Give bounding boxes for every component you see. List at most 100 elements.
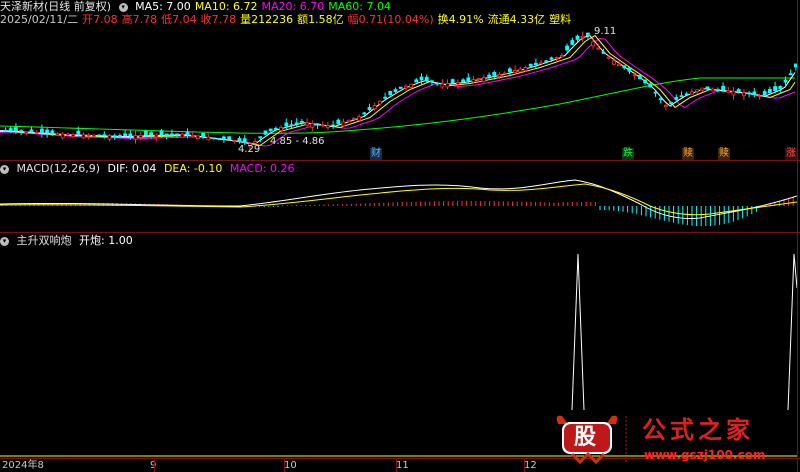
candle-body[interactable] (143, 130, 148, 136)
candle-body[interactable] (778, 86, 783, 89)
candle-body[interactable] (768, 88, 772, 94)
candle-body[interactable] (216, 137, 221, 140)
candle-body[interactable] (34, 131, 39, 134)
marker-redeem-1[interactable]: 赎 (682, 148, 694, 160)
candle-body[interactable] (40, 128, 44, 134)
candle-body[interactable] (575, 35, 580, 40)
candle-body[interactable] (648, 83, 653, 88)
candle-body[interactable] (762, 91, 767, 96)
candle-body[interactable] (450, 79, 455, 84)
candle-body[interactable] (752, 91, 757, 95)
candle-body[interactable] (45, 129, 49, 134)
candle-body[interactable] (513, 69, 517, 73)
candle-body[interactable] (466, 77, 471, 82)
candle-body[interactable] (658, 98, 663, 101)
candle-body[interactable] (351, 118, 356, 120)
candle-body[interactable] (617, 63, 621, 67)
candle-body[interactable] (736, 89, 741, 93)
candle-body[interactable] (206, 136, 211, 141)
candle-body[interactable] (388, 91, 393, 96)
candle-body[interactable] (164, 133, 169, 136)
candle-body[interactable] (586, 32, 590, 37)
candle-body[interactable] (3, 129, 8, 132)
macd-settings-icon[interactable]: ▾ (0, 164, 9, 174)
candle-body[interactable] (471, 79, 476, 83)
candle-body[interactable] (253, 141, 258, 144)
candle-body[interactable] (201, 132, 206, 137)
candle-body[interactable] (13, 127, 18, 132)
candle-body[interactable] (622, 65, 627, 69)
candle-body[interactable] (362, 112, 367, 115)
candle-body[interactable] (606, 56, 611, 59)
candle-body[interactable] (684, 93, 689, 96)
candle-body[interactable] (66, 133, 70, 136)
candle-body[interactable] (445, 83, 450, 88)
candle-body[interactable] (294, 122, 299, 125)
candle-body[interactable] (591, 41, 595, 47)
candle-body[interactable] (731, 90, 736, 96)
candle-body[interactable] (726, 90, 731, 93)
candle-body[interactable] (60, 133, 65, 139)
candle-body[interactable] (549, 57, 554, 60)
candle-body[interactable] (138, 134, 143, 138)
candle-body[interactable] (757, 95, 762, 97)
candle-body[interactable] (554, 57, 559, 60)
candle-body[interactable] (154, 134, 159, 138)
candle-body[interactable] (24, 131, 29, 134)
candle-body[interactable] (315, 123, 320, 126)
candle-body[interactable] (565, 45, 569, 51)
candle-body[interactable] (357, 116, 362, 121)
candle-body[interactable] (539, 62, 543, 65)
candle-body[interactable] (242, 138, 247, 144)
candle-body[interactable] (29, 129, 34, 133)
candle-body[interactable] (185, 131, 190, 136)
candle-body[interactable] (690, 91, 694, 95)
candle-body[interactable] (268, 128, 273, 131)
candle-body[interactable] (372, 105, 377, 110)
candle-body[interactable] (669, 102, 673, 105)
candle-body[interactable] (773, 86, 777, 91)
candle-body[interactable] (273, 127, 278, 130)
candle-body[interactable] (76, 130, 81, 135)
candle-body[interactable] (19, 130, 24, 132)
candle-body[interactable] (92, 134, 96, 137)
candle-body[interactable] (305, 122, 310, 126)
candle-body[interactable] (336, 119, 341, 125)
candle-body[interactable] (409, 83, 414, 88)
candle-body[interactable] (299, 120, 304, 123)
candle-body[interactable] (534, 62, 538, 65)
candle-body[interactable] (528, 63, 533, 67)
candle-body[interactable] (118, 135, 122, 137)
candle-body[interactable] (440, 83, 445, 88)
marker-redeem-2[interactable]: 赎 (718, 148, 730, 160)
candle-body[interactable] (653, 91, 658, 94)
candle-body[interactable] (705, 86, 710, 89)
candle-body[interactable] (570, 40, 575, 45)
candle-body[interactable] (502, 72, 507, 75)
candle-body[interactable] (507, 68, 512, 73)
candle-body[interactable] (721, 85, 725, 91)
candle-body[interactable] (71, 133, 75, 137)
candle-body[interactable] (742, 92, 746, 97)
candle-body[interactable] (8, 128, 13, 132)
candle-body[interactable] (398, 86, 403, 89)
candle-body[interactable] (221, 136, 226, 140)
candle-body[interactable] (393, 89, 398, 93)
candle-body[interactable] (310, 123, 315, 128)
macd-chart[interactable] (0, 176, 797, 232)
settings-icon[interactable]: ▾ (118, 2, 128, 12)
candle-body[interactable] (679, 95, 684, 98)
candle-body[interactable] (169, 133, 174, 136)
candle-body[interactable] (175, 133, 180, 136)
candle-body[interactable] (435, 82, 440, 85)
candle-body[interactable] (700, 87, 705, 91)
candle-body[interactable] (263, 130, 268, 135)
candle-body[interactable] (544, 60, 549, 63)
candle-body[interactable] (284, 122, 289, 127)
candle-body[interactable] (367, 107, 372, 111)
candle-body[interactable] (710, 88, 715, 92)
candle-body[interactable] (227, 136, 232, 141)
candle-body[interactable] (232, 140, 237, 142)
candle-body[interactable] (112, 135, 117, 138)
candle-body[interactable] (346, 119, 351, 123)
